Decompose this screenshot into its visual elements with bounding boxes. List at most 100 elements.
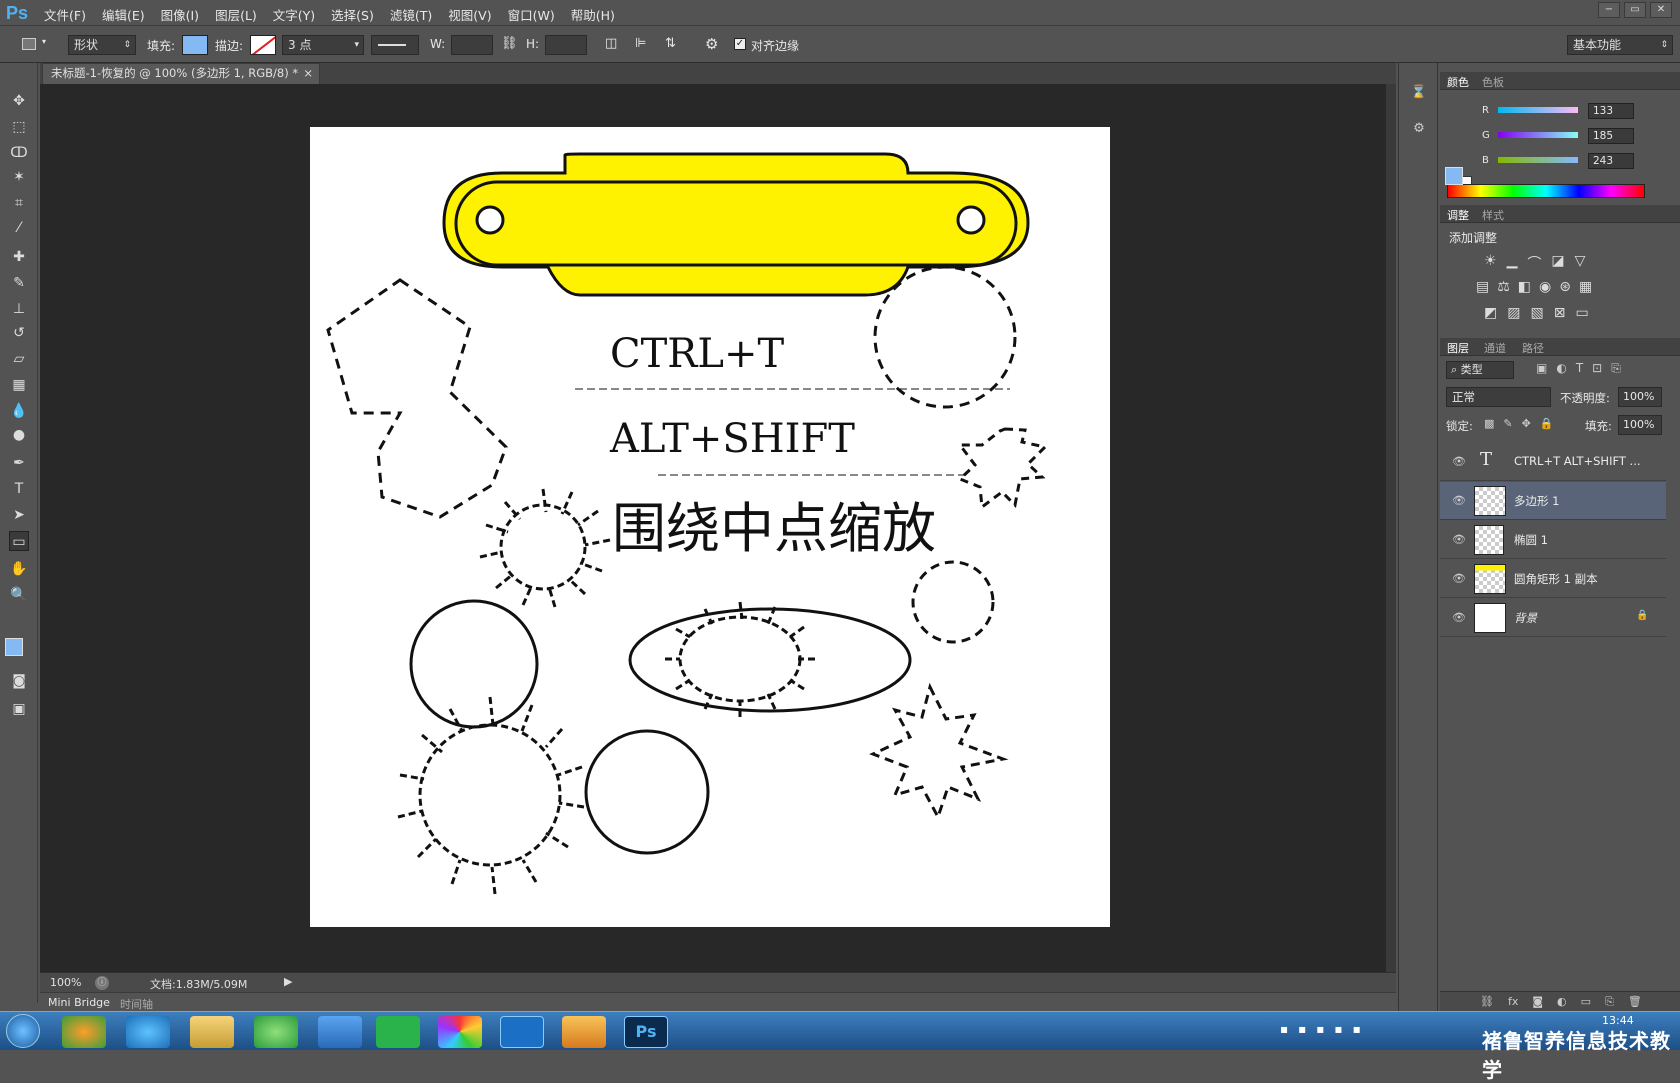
menu-type[interactable]: 文字(Y) — [273, 5, 315, 24]
path-alignment-icon[interactable]: ⊫ — [635, 36, 646, 51]
stroke-swatch[interactable] — [250, 35, 276, 55]
visibility-eye-icon[interactable]: 👁 — [1452, 533, 1466, 546]
visibility-eye-icon[interactable]: 👁 — [1452, 455, 1466, 468]
new-adjustment-icon[interactable]: ◐ — [1557, 995, 1567, 1009]
video-app-icon[interactable] — [500, 1016, 544, 1048]
b-slider[interactable] — [1498, 157, 1578, 163]
photo-filter-icon[interactable]: ◉ — [1539, 279, 1551, 295]
stroke-type-select[interactable] — [371, 35, 419, 55]
width-input[interactable] — [451, 35, 493, 55]
hand-tool-icon[interactable]: ✋ — [9, 559, 29, 579]
network-icon[interactable]: ▪ — [1334, 1022, 1342, 1036]
canvas[interactable]: CTRL+T ALT+SHIFT 围绕中点缩放 — [310, 127, 1110, 927]
selective-color-icon[interactable]: ⊠ — [1554, 305, 1566, 321]
photoshop-taskbar-icon[interactable]: Ps — [624, 1016, 668, 1048]
opacity-input[interactable]: 100% — [1618, 387, 1662, 407]
internet-explorer-icon[interactable] — [126, 1016, 170, 1048]
start-button[interactable] — [6, 1014, 40, 1048]
status-info-icon[interactable]: ⓘ — [95, 976, 109, 990]
smart-object-filter-icon[interactable]: ⎘ — [1611, 361, 1621, 376]
move-tool-icon[interactable]: ✥ — [9, 91, 29, 111]
tray-icon[interactable]: ▪ — [1316, 1022, 1324, 1036]
brush-tool-icon[interactable]: ✎ — [9, 273, 29, 293]
properties-panel-icon[interactable]: ⚙ — [1409, 121, 1429, 141]
color-balance-icon[interactable]: ⚖ — [1497, 279, 1510, 295]
gradient-map-icon[interactable]: ▭ — [1575, 305, 1588, 321]
threshold-icon[interactable]: ▧ — [1530, 305, 1543, 321]
lock-position-icon[interactable]: ✥ — [1522, 417, 1531, 430]
browser-icon[interactable] — [254, 1016, 298, 1048]
layer-row-ellipse[interactable]: 👁 椭圆 1 — [1440, 521, 1666, 559]
tab-mini-bridge[interactable]: Mini Bridge — [48, 996, 110, 1009]
visibility-eye-icon[interactable]: 👁 — [1452, 611, 1466, 624]
pen-tool-icon[interactable]: ✒ — [9, 453, 29, 473]
color-lookup-icon[interactable]: ▦ — [1579, 279, 1592, 295]
foreground-color-chip[interactable] — [1445, 167, 1463, 185]
menu-window[interactable]: 窗口(W) — [508, 5, 555, 24]
layer-row-text[interactable]: 👁 T CTRL+T ALT+SHIFT ... — [1440, 443, 1666, 481]
taskbar-app-icon[interactable] — [62, 1016, 106, 1048]
minimize-button[interactable]: − — [1598, 2, 1620, 18]
healing-brush-tool-icon[interactable]: ✚ — [9, 247, 29, 267]
dodge-tool-icon[interactable]: ● — [9, 425, 29, 445]
hue-saturation-icon[interactable]: ▤ — [1476, 279, 1489, 295]
b-value-input[interactable]: 243 — [1588, 153, 1634, 169]
vibrance-icon[interactable]: ▽ — [1575, 253, 1586, 273]
quick-mask-icon[interactable]: ◙ — [9, 671, 29, 691]
lock-all-icon[interactable]: 🔒 — [1540, 417, 1554, 430]
r-slider[interactable] — [1498, 107, 1578, 113]
tab-layers[interactable]: 图层 — [1447, 340, 1469, 356]
zoom-level[interactable]: 100% — [50, 976, 81, 989]
screen-mode-icon[interactable]: ▣ — [9, 699, 29, 719]
menu-edit[interactable]: 编辑(E) — [102, 5, 145, 24]
visibility-eye-icon[interactable]: 👁 — [1452, 494, 1466, 507]
shape-filter-icon[interactable]: ⊡ — [1592, 361, 1602, 376]
mask-icon[interactable]: ◙ — [1532, 995, 1543, 1009]
status-menu-arrow-icon[interactable]: ▶ — [284, 975, 292, 988]
r-value-input[interactable]: 133 — [1588, 103, 1634, 119]
tab-color[interactable]: 颜色 — [1447, 74, 1469, 90]
layer-row-polygon[interactable]: 👁 多边形 1 — [1440, 482, 1666, 520]
tab-styles[interactable]: 样式 — [1482, 207, 1504, 223]
adjustment-filter-icon[interactable]: ◐ — [1556, 361, 1566, 376]
tab-channels[interactable]: 通道 — [1484, 340, 1506, 356]
close-button[interactable]: ✕ — [1650, 2, 1672, 18]
magic-wand-tool-icon[interactable]: ✶ — [9, 167, 29, 187]
path-selection-tool-icon[interactable]: ➤ — [9, 505, 29, 525]
path-arrangement-icon[interactable]: ⇅ — [665, 36, 676, 51]
fill-input[interactable]: 100% — [1618, 415, 1662, 435]
workspace-select[interactable]: 基本功能 ⇕ — [1567, 35, 1673, 55]
align-edges-checkbox[interactable]: ✓ — [734, 38, 746, 50]
zoom-tool-icon[interactable]: 🔍 — [9, 585, 29, 605]
stroke-size-field[interactable]: 3 点 ▾ — [282, 35, 364, 55]
chrome-icon[interactable] — [438, 1016, 482, 1048]
gradient-tool-icon[interactable]: ▦ — [9, 375, 29, 395]
volume-icon[interactable]: ▪ — [1353, 1022, 1361, 1036]
iqiyi-icon[interactable] — [376, 1016, 420, 1048]
tab-swatches[interactable]: 色板 — [1482, 74, 1504, 90]
type-tool-icon[interactable]: T — [9, 479, 29, 499]
foreground-color-swatch[interactable] — [5, 638, 23, 656]
history-panel-icon[interactable]: ⌛ — [1409, 85, 1429, 105]
levels-icon[interactable]: ▁ — [1507, 253, 1518, 273]
package-app-icon[interactable] — [562, 1016, 606, 1048]
lasso-tool-icon[interactable]: ↀ — [9, 143, 29, 163]
blend-mode-select[interactable]: 正常 — [1446, 387, 1551, 407]
lock-transparency-icon[interactable]: ▩ — [1484, 417, 1494, 430]
gear-icon[interactable]: ⚙ — [705, 35, 718, 53]
color-spectrum-ramp[interactable] — [1447, 184, 1645, 198]
new-group-icon[interactable]: ▭ — [1581, 995, 1591, 1009]
invert-icon[interactable]: ◩ — [1484, 305, 1497, 321]
tray-icon[interactable]: ▪ — [1280, 1022, 1288, 1036]
store-icon[interactable] — [318, 1016, 362, 1048]
channel-mixer-icon[interactable]: ⊛ — [1559, 279, 1571, 295]
history-brush-tool-icon[interactable]: ↺ — [9, 323, 29, 343]
layer-row-background[interactable]: 👁 背景 🔒 — [1440, 599, 1666, 637]
menu-file[interactable]: 文件(F) — [44, 5, 86, 24]
crop-tool-icon[interactable]: ⌗ — [9, 193, 29, 213]
lock-pixels-icon[interactable]: ✎ — [1503, 417, 1512, 430]
path-operations-icon[interactable]: ◫ — [605, 36, 617, 51]
height-input[interactable] — [545, 35, 587, 55]
menu-select[interactable]: 选择(S) — [331, 5, 374, 24]
posterize-icon[interactable]: ▨ — [1507, 305, 1520, 321]
